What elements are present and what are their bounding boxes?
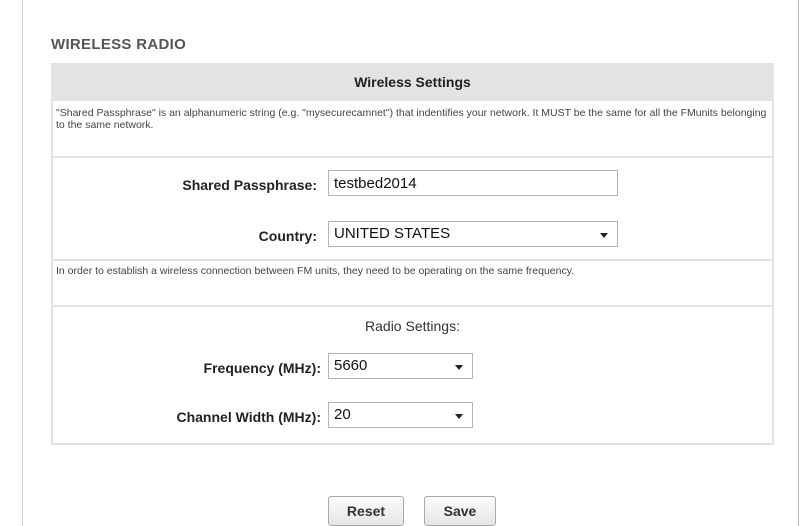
frequency-label: Frequency (MHz):: [203, 360, 321, 376]
chevron-down-icon: [455, 414, 463, 419]
channel-width-selected-value: 20: [334, 406, 351, 423]
passphrase-input[interactable]: [328, 170, 618, 196]
panel-body: "Shared Passphrase" is an alphanumeric s…: [53, 101, 772, 443]
divider: [53, 156, 772, 158]
country-label: Country:: [258, 228, 317, 244]
divider: [53, 259, 772, 261]
frequency-note: In order to establish a wireless connect…: [53, 262, 772, 302]
save-button[interactable]: Save: [424, 496, 496, 526]
passphrase-label: Shared Passphrase:: [182, 177, 317, 193]
country-select[interactable]: UNITED STATES: [328, 221, 618, 247]
reset-button[interactable]: Reset: [328, 496, 404, 526]
channel-width-select[interactable]: 20: [328, 402, 473, 428]
section-title: WIRELESS RADIO: [51, 36, 187, 53]
divider: [53, 305, 772, 307]
frequency-select[interactable]: 5660: [328, 353, 473, 379]
chevron-down-icon: [600, 233, 608, 238]
country-selected-value: UNITED STATES: [334, 225, 451, 242]
channel-width-label: Channel Width (MHz):: [176, 409, 321, 425]
passphrase-note: "Shared Passphrase" is an alphanumeric s…: [53, 104, 772, 148]
chevron-down-icon: [455, 365, 463, 370]
frequency-selected-value: 5660: [334, 357, 368, 374]
wireless-settings-panel: Wireless Settings "Shared Passphrase" is…: [51, 63, 774, 445]
panel-title: Wireless Settings: [354, 74, 471, 90]
radio-settings-heading: Radio Settings:: [365, 318, 460, 334]
